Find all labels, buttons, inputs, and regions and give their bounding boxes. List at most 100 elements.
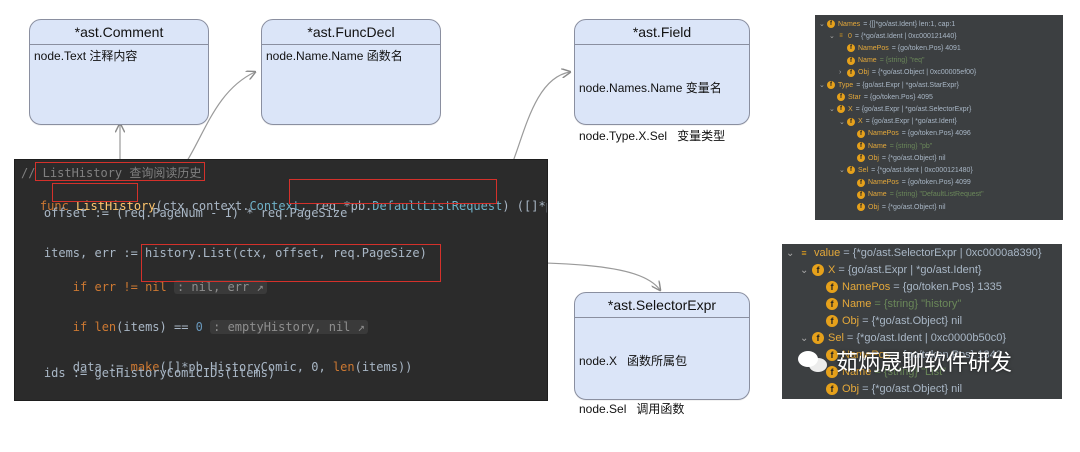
highlight-param — [289, 179, 497, 204]
selectorexpr-node-box: *ast.SelectorExpr node.X 函数所属包 node.Sel … — [574, 292, 750, 416]
debug-tree-row[interactable]: ⌄ f Type = {go/ast.Expr | *go/ast.StarExpr} — [819, 81, 959, 89]
debug-key: X — [848, 105, 853, 113]
debug-tree-row[interactable]: ⌄ f Sel = {*go/ast.Ident | 0xc000121480} — [839, 166, 973, 175]
debug-key: Obj — [842, 315, 860, 327]
debug-key: Sel — [828, 332, 844, 344]
debug-tree-row[interactable]: ⌄ ≡ 0 = {*go/ast.Ident | 0xc000121440} — [829, 32, 957, 41]
debug-value: = {go/ast.Expr | *go/ast.SelectorExpr} — [855, 105, 972, 113]
keyword-nil: nil — [145, 280, 167, 294]
debug-tree-row[interactable]: f NamePos = {go/token.Pos} 4099 — [849, 178, 971, 187]
debug-tree-row[interactable]: f NamePos = {go/token.Pos} 4096 — [849, 129, 971, 138]
field-icon: f — [857, 190, 865, 199]
debug-tree-row[interactable]: ⌄ f X = {go/ast.Expr | *go/ast.Ident} — [839, 117, 957, 126]
debug-value: = {*go/ast.Object} nil — [862, 383, 963, 395]
debug-value: = {go/ast.Expr | *go/ast.Ident} — [865, 118, 957, 126]
field-icon: f — [847, 117, 855, 126]
debug-tree-row[interactable]: ⌄ f X = {go/ast.Expr | *go/ast.Ident} — [800, 264, 982, 276]
expand-toggle-icon[interactable]: ⌄ — [839, 118, 847, 126]
field-icon: f — [847, 56, 855, 65]
field-icon: f — [826, 315, 838, 327]
debug-tree-row[interactable]: f Obj = {*go/ast.Object} nil — [849, 154, 946, 163]
debug-value: = {*go/ast.Object} nil — [881, 154, 946, 162]
field-icon: f — [827, 81, 835, 89]
field-icon: f — [826, 383, 838, 395]
debug-tree-row[interactable]: f Name = {string} "DefaultListRequest" — [849, 190, 984, 199]
debug-key: X — [828, 264, 836, 276]
expand-toggle-icon[interactable]: › — [839, 69, 847, 76]
funcdecl-node-line: node.Name.Name 函数名 — [266, 49, 403, 63]
debug-tree-row[interactable]: › f Obj = {*go/ast.Object | 0xc00005ef00} — [839, 68, 976, 77]
debug-key: Star — [848, 93, 861, 101]
code-text: (items) == — [116, 320, 196, 334]
folded-hint[interactable]: : nil, err ↗ — [173, 280, 267, 294]
builtin-len: len — [332, 360, 355, 374]
code-text: (items)) — [354, 360, 413, 374]
debug-key: Name — [858, 57, 877, 65]
code-line-ids: ids := getHistoryComicIDs(items) — [15, 366, 276, 380]
debug-value: = {*go/ast.Object} nil — [862, 315, 963, 327]
field-icon: f — [847, 68, 855, 77]
builtin-len: len — [94, 320, 117, 334]
debug-value: = {go/token.Pos} 1335 — [893, 281, 1002, 293]
expand-toggle-icon[interactable]: ⌄ — [829, 32, 837, 40]
field-icon: f — [812, 332, 824, 344]
field-node-line: node.Type.X.Sel 变量类型 — [579, 129, 726, 143]
list-icon: ≡ — [801, 248, 807, 258]
debug-key: Names — [838, 20, 861, 28]
debug-value: = {*go/ast.Ident | 0xc000121480} — [871, 166, 973, 174]
debug-tree-row[interactable]: f Name = {string} "history" — [814, 298, 961, 310]
debug-value: = {*go/ast.Ident | 0xc000121440} — [854, 32, 957, 40]
debug-tree-row[interactable]: f Name = {string} "pb" — [849, 142, 932, 150]
field-icon: f — [826, 281, 838, 293]
field-icon: f — [857, 129, 865, 138]
debug-tree-row[interactable]: ⌄ f X = {go/ast.Expr | *go/ast.SelectorExpr… — [829, 105, 972, 114]
field-icon: f — [847, 166, 855, 175]
debug-tree-row[interactable]: f Name = {string} "req" — [839, 56, 925, 65]
debug-tree-row[interactable]: ⌄ ≡ value = {*go/ast.SelectorExpr | 0xc0000… — [786, 247, 1042, 259]
number-literal: 0 — [195, 320, 203, 334]
expand-toggle-icon[interactable]: ⌄ — [800, 333, 812, 344]
code-line-len-check: if len(items) == 0 : emptyHistory, nil ↗ — [15, 306, 368, 348]
comment-node-box: *ast.Comment node.Text 注释内容 — [29, 19, 209, 125]
debug-tree-row[interactable]: f Obj = {*go/ast.Object} nil — [814, 315, 962, 327]
field-node-title: *ast.Field — [575, 20, 749, 45]
debug-key: 0 — [848, 32, 852, 40]
expand-toggle-icon[interactable]: ⌄ — [819, 20, 827, 28]
list-icon: ≡ — [839, 33, 843, 40]
expand-toggle-icon[interactable]: ⌄ — [819, 81, 827, 89]
debug-value: = {[]*go/ast.Ident} len:1, cap:1 — [863, 20, 956, 28]
field-icon: f — [837, 105, 845, 114]
debug-tree-row[interactable]: f NamePos = {go/token.Pos} 4091 — [839, 44, 961, 53]
field-icon: f — [826, 298, 838, 310]
folded-hint[interactable]: : emptyHistory, nil ↗ — [210, 320, 368, 334]
expand-toggle-icon[interactable]: ⌄ — [829, 105, 837, 113]
debug-key: Sel — [858, 166, 869, 174]
debug-tree-row[interactable]: f Obj = {*go/ast.Object} nil — [849, 203, 946, 211]
debug-tree-row[interactable]: f Obj = {*go/ast.Object} nil — [814, 383, 962, 395]
field-icon: f — [837, 93, 845, 102]
expand-toggle-icon[interactable]: ⌄ — [839, 166, 847, 174]
debug-tree-row[interactable]: f Star = {go/token.Pos} 4095 — [829, 93, 933, 102]
expand-toggle-icon[interactable]: ⌄ — [786, 248, 798, 259]
field-node-box: *ast.Field node.Names.Name 变量名 node.Type… — [574, 19, 750, 143]
field-icon: f — [847, 44, 855, 53]
code-text: if — [43, 320, 95, 334]
debug-value: = {string} "DefaultListRequest" — [889, 191, 984, 199]
debug-tree-row[interactable]: ⌄ f Sel = {*go/ast.Ident | 0xc0000b50c0} — [800, 332, 1006, 344]
code-text: if err != — [43, 280, 146, 294]
debug-value: = {*go/ast.SelectorExpr | 0xc0000a8390} — [843, 247, 1042, 259]
debug-key: NamePos — [868, 179, 899, 187]
debug-key: NamePos — [842, 281, 891, 293]
debug-tree-row[interactable]: ⌄ f Names = {[]*go/ast.Ident} len:1, cap:1 — [819, 20, 955, 28]
wechat-icon — [798, 349, 828, 373]
debug-tree-row[interactable]: f NamePos = {go/token.Pos} 1335 — [814, 281, 1002, 293]
highlight-func-name — [52, 183, 138, 202]
expand-toggle-icon[interactable]: ⌄ — [800, 265, 812, 276]
comment-node-line: node.Text 注释内容 — [34, 49, 138, 63]
watermark-text: 茹炳晟聊软件研发 — [836, 350, 1013, 375]
debug-key: Name — [868, 142, 887, 150]
field-icon: f — [827, 20, 835, 28]
debug-value: = {go/ast.Expr | *go/ast.StarExpr} — [856, 81, 959, 89]
debug-value: = {go/token.Pos} 4099 — [901, 179, 971, 187]
code-line-offset: offset := (req.PageNum - 1) * req.PageSi… — [15, 206, 348, 220]
